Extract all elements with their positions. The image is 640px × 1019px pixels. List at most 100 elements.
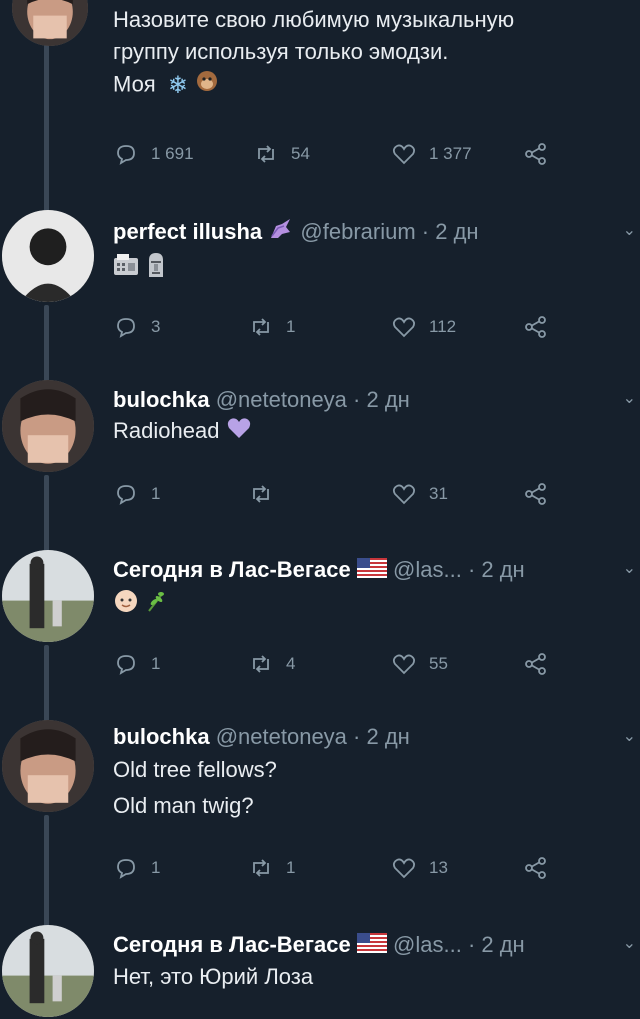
like-count: 112 — [429, 317, 457, 336]
display-name[interactable]: perfect illusha — [113, 219, 262, 244]
heart-icon — [392, 654, 416, 675]
reply-count: 1 691 — [151, 144, 194, 163]
timestamp[interactable]: · 2 дн — [468, 932, 525, 957]
tweet-header: bulochka @netetoneya · 2 дн — [113, 722, 600, 752]
retweet-button[interactable] — [248, 481, 286, 507]
reply-icon — [117, 145, 135, 165]
timestamp[interactable]: · 2 дн — [422, 219, 479, 244]
heart-icon — [392, 858, 416, 879]
avatar-photo — [2, 925, 94, 1017]
purple-heart-icon — [226, 416, 252, 449]
tweet[interactable]: Сегодня в Лас-Вегасе @las... · 2 дн ⌄ 1 … — [0, 550, 640, 700]
chevron-down-icon[interactable]: ⌄ — [623, 558, 636, 578]
reply-button[interactable]: 3 — [113, 314, 160, 340]
timestamp[interactable]: · 2 дн — [353, 724, 410, 749]
like-count: 55 — [429, 654, 448, 673]
timestamp[interactable]: · 2 дн — [353, 387, 410, 412]
avatar-photo — [2, 550, 94, 642]
avatar-photo — [2, 380, 94, 472]
share-icon — [525, 857, 546, 879]
avatar[interactable] — [2, 210, 94, 302]
display-name[interactable]: Сегодня в Лас-Вегасе — [113, 932, 351, 957]
retweet-button[interactable]: 4 — [248, 651, 295, 677]
reply-button[interactable]: 1 — [113, 651, 160, 677]
retweet-count: 1 — [286, 317, 296, 336]
like-button[interactable]: 31 — [391, 481, 448, 507]
user-handle[interactable]: @netetoneya — [216, 724, 347, 749]
tweet[interactable]: perfect illusha @febrarium · 2 дн ⌄ 3 1 — [0, 210, 640, 360]
tweet-text: Нет, это Юрий Лоза — [113, 964, 314, 990]
fax-machine-icon — [113, 253, 139, 286]
like-count: 31 — [429, 484, 448, 503]
avatar[interactable] — [2, 720, 94, 812]
tweet-actions: 1 691 54 1 377 — [113, 141, 553, 171]
baby-face-icon — [113, 588, 139, 623]
share-icon — [525, 316, 546, 338]
tweet-text: Old tree fellows? Old man twig? — [113, 757, 277, 818]
tweet[interactable]: bulochka @netetoneya · 2 дн Old tree fel… — [0, 720, 640, 905]
display-name[interactable]: bulochka — [113, 387, 210, 412]
like-button[interactable]: 13 — [391, 855, 448, 881]
tweet-text: Radiohead — [113, 415, 600, 449]
retweet-button[interactable]: 54 — [253, 141, 310, 167]
tweet-text: Назовите свою любимую музыкальную группу… — [113, 4, 600, 103]
tweet-header: perfect illusha @febrarium · 2 дн — [113, 217, 600, 248]
reply-icon — [117, 859, 135, 879]
tweet-header: Сегодня в Лас-Вегасе @las... · 2 дн — [113, 930, 600, 961]
share-button[interactable] — [523, 855, 561, 881]
tweet[interactable]: bulochka @netetoneya · 2 дн Radiohead ⌄ … — [0, 380, 640, 530]
reply-button[interactable]: 1 — [113, 481, 160, 507]
heart-icon — [392, 317, 416, 338]
user-handle[interactable]: @las... — [393, 557, 462, 582]
avatar-photo — [12, 0, 88, 46]
user-handle[interactable]: @netetoneya — [216, 387, 347, 412]
chevron-down-icon[interactable]: ⌄ — [623, 933, 636, 953]
avatar[interactable] — [12, 0, 88, 46]
retweet-button[interactable]: 1 — [248, 855, 295, 881]
tweet-actions: 3 1 112 — [113, 314, 553, 344]
retweet-icon — [253, 318, 269, 336]
like-count: 13 — [429, 858, 448, 877]
avatar[interactable] — [2, 925, 94, 1017]
tweet-header: bulochka @netetoneya · 2 дн — [113, 385, 600, 415]
avatar-photo — [2, 720, 94, 812]
display-name[interactable]: Сегодня в Лас-Вегасе — [113, 557, 351, 582]
us-flag-icon — [356, 556, 387, 586]
retweet-count: 1 — [286, 858, 296, 877]
like-button[interactable]: 1 377 — [391, 141, 472, 167]
like-button[interactable]: 55 — [391, 651, 448, 677]
avatar[interactable] — [2, 380, 94, 472]
chevron-down-icon[interactable]: ⌄ — [623, 726, 636, 746]
user-handle[interactable]: @febrarium — [300, 219, 415, 244]
retweet-icon — [253, 859, 269, 877]
user-handle[interactable]: @las... — [393, 932, 462, 957]
timestamp[interactable]: · 2 дн — [468, 557, 525, 582]
chevron-down-icon[interactable]: ⌄ — [623, 220, 636, 240]
retweet-icon — [253, 655, 269, 673]
avatar[interactable] — [2, 550, 94, 642]
share-button[interactable] — [523, 314, 561, 340]
heart-icon — [392, 144, 416, 165]
retweet-icon — [258, 145, 274, 163]
share-button[interactable] — [523, 481, 561, 507]
tweet-actions: 1 4 55 — [113, 651, 553, 681]
tweet-text — [113, 252, 600, 287]
moai-icon — [145, 252, 167, 287]
like-button[interactable]: 112 — [391, 314, 456, 340]
herb-icon — [145, 589, 169, 622]
share-button[interactable] — [523, 141, 561, 167]
tweet[interactable]: Сегодня в Лас-Вегасе @las... · 2 дн Нет,… — [0, 925, 640, 1019]
retweet-button[interactable]: 1 — [248, 314, 295, 340]
share-icon — [525, 483, 546, 505]
tweet[interactable]: Назовите свою любимую музыкальную группу… — [0, 0, 640, 190]
chevron-down-icon[interactable]: ⌄ — [623, 388, 636, 408]
reply-button[interactable]: 1 — [113, 855, 160, 881]
reply-button[interactable]: 1 691 — [113, 141, 194, 167]
reply-count: 3 — [151, 317, 161, 336]
reply-icon — [117, 318, 135, 338]
share-icon — [525, 143, 546, 165]
display-name[interactable]: bulochka — [113, 724, 210, 749]
reply-count: 1 — [151, 654, 161, 673]
share-button[interactable] — [523, 651, 561, 677]
tweet-header: Сегодня в Лас-Вегасе @las... · 2 дн — [113, 555, 600, 586]
